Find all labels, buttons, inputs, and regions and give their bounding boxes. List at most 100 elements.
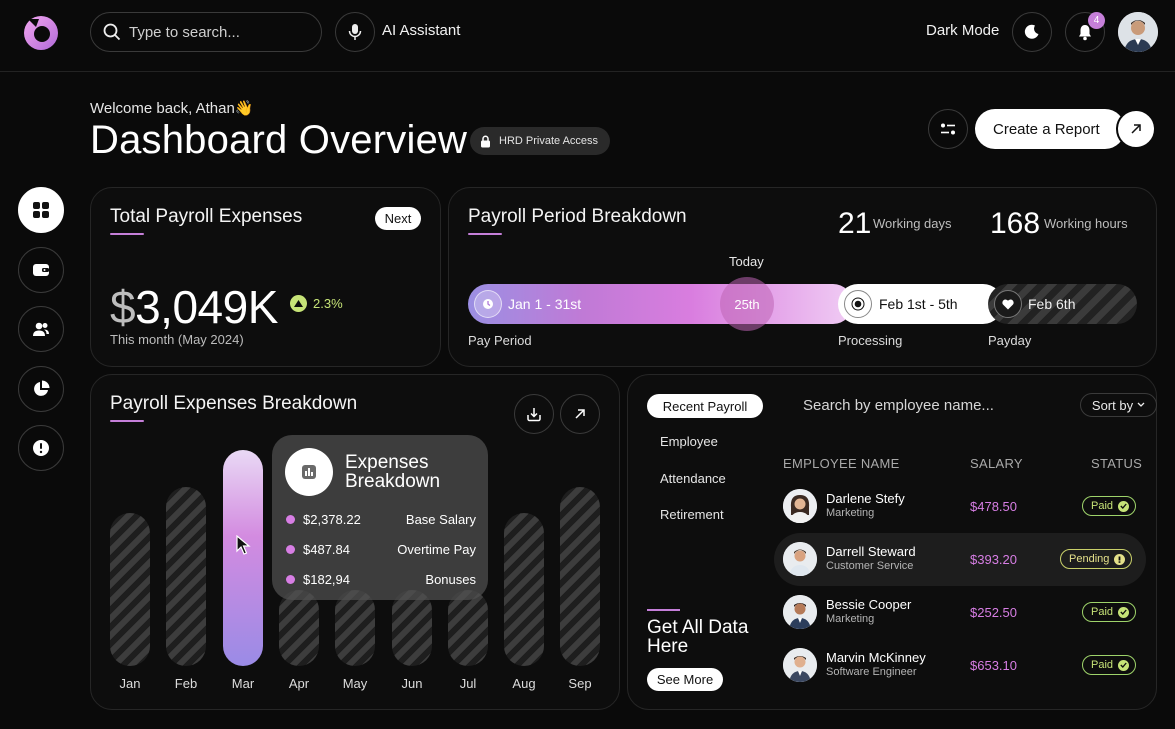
- amount-value: 3,049K: [135, 281, 278, 333]
- tab-employee[interactable]: Employee: [660, 434, 718, 449]
- tooltip-row: $487.84 Overtime Pay: [286, 542, 476, 557]
- month-column-jul[interactable]: [448, 590, 488, 666]
- wallet-icon: [33, 264, 49, 276]
- total-payroll-amount: $3,049K: [110, 280, 278, 334]
- create-report-label: Create a Report: [993, 120, 1100, 138]
- month-column-feb[interactable]: [166, 487, 206, 666]
- status-badge: Paid: [1082, 602, 1137, 622]
- lock-icon: [481, 135, 490, 147]
- download-icon: [527, 408, 541, 422]
- title-underline: [468, 233, 502, 235]
- employee-role: Marketing: [826, 507, 875, 519]
- download-button[interactable]: [514, 394, 554, 434]
- sort-button[interactable]: Sort by: [1080, 393, 1157, 417]
- user-avatar[interactable]: [1118, 12, 1158, 52]
- search-bar[interactable]: Type to search...: [90, 12, 322, 52]
- month-column-jan[interactable]: [110, 513, 150, 666]
- chevron-down-icon: [1137, 402, 1145, 407]
- next-button[interactable]: Next: [375, 207, 421, 230]
- get-all-data-text: Get All Data Here: [647, 617, 749, 657]
- page-title: Dashboard Overview: [90, 118, 468, 162]
- filter-button[interactable]: [928, 109, 968, 149]
- month-column-apr[interactable]: [279, 590, 319, 666]
- tooltip-value: $182,94: [303, 572, 350, 587]
- employee-role: Marketing: [826, 613, 875, 625]
- trend-up-icon: [290, 295, 307, 312]
- month-label: Feb: [174, 676, 198, 691]
- tooltip-value: $2,378.22: [303, 512, 361, 527]
- sort-label: Sort by: [1091, 397, 1134, 413]
- employee-name[interactable]: Darlene Stefy: [826, 491, 905, 506]
- mic-button[interactable]: [335, 12, 375, 52]
- avatar: [783, 542, 817, 576]
- check-icon: [1118, 659, 1130, 671]
- tab-recent-payroll[interactable]: Recent Payroll: [647, 394, 763, 418]
- users-icon: [33, 322, 49, 336]
- sidebar-item-reports[interactable]: [18, 366, 64, 412]
- notification-badge: 4: [1088, 12, 1105, 29]
- employee-salary: $252.50: [970, 605, 1017, 620]
- ai-assistant-label[interactable]: AI Assistant: [382, 22, 460, 39]
- access-badge-label: HRD Private Access: [499, 135, 599, 147]
- status-label: Paid: [1091, 606, 1114, 618]
- payroll-period-title: Payroll Period Breakdown: [468, 206, 687, 227]
- column-header-salary[interactable]: SALARY: [970, 456, 1023, 471]
- pie-chart-icon: [34, 380, 50, 396]
- moon-icon: [1024, 24, 1039, 39]
- month-column-sep[interactable]: [560, 487, 600, 666]
- search-icon: [103, 23, 121, 41]
- arrow-up-right-icon: [1131, 124, 1141, 134]
- logo-icon[interactable]: [22, 13, 60, 51]
- see-more-button[interactable]: See More: [647, 668, 723, 691]
- processing-range: Feb 1st - 5th: [879, 296, 958, 312]
- expand-button[interactable]: [560, 394, 600, 434]
- employee-name[interactable]: Darrell Steward: [826, 544, 916, 559]
- status-badge: Paid: [1082, 496, 1137, 516]
- employee-search-input[interactable]: Search by employee name...: [803, 397, 994, 414]
- sidebar-item-employees[interactable]: [18, 306, 64, 352]
- microphone-icon: [348, 24, 362, 40]
- month-label: Aug: [512, 676, 536, 691]
- dark-mode-toggle[interactable]: [1012, 12, 1052, 52]
- trend-indicator: 2.3%: [290, 295, 343, 312]
- payday-label: Payday: [988, 333, 1032, 348]
- title-underline: [647, 609, 680, 611]
- sidebar-item-dashboard[interactable]: [18, 187, 64, 233]
- check-icon: [1118, 500, 1130, 512]
- grid-icon: [33, 202, 49, 218]
- month-column-jun[interactable]: [392, 590, 432, 666]
- arrow-up-right-icon: [575, 409, 585, 419]
- column-header-status[interactable]: STATUS: [1091, 456, 1142, 471]
- month-column-may[interactable]: [335, 590, 375, 666]
- employee-role: Customer Service: [826, 560, 914, 572]
- month-label: Mar: [231, 676, 255, 691]
- today-marker: 25th: [720, 277, 774, 331]
- create-report-button[interactable]: Create a Report: [975, 109, 1125, 149]
- month-label: Jan: [119, 676, 141, 691]
- employee-salary: $653.10: [970, 658, 1017, 673]
- employee-name[interactable]: Marvin McKinney: [826, 650, 926, 665]
- month-column-aug[interactable]: [504, 513, 544, 666]
- sidebar-item-wallet[interactable]: [18, 247, 64, 293]
- trend-value: 2.3%: [313, 296, 343, 311]
- create-report-arrow-button[interactable]: [1116, 109, 1156, 149]
- tooltip-row: $2,378.22 Base Salary: [286, 512, 476, 527]
- month-label: May: [342, 676, 368, 691]
- sidebar-item-alerts[interactable]: [18, 425, 64, 471]
- employee-name[interactable]: Bessie Cooper: [826, 597, 911, 612]
- tab-attendance[interactable]: Attendance: [660, 471, 726, 486]
- clock-icon: [474, 290, 502, 318]
- month-label: Sep: [568, 676, 592, 691]
- expenses-breakdown-title: Payroll Expenses Breakdown: [110, 393, 358, 414]
- search-input[interactable]: Type to search...: [129, 24, 240, 41]
- cursor-icon: [235, 534, 251, 560]
- payday-date: Feb 6th: [1028, 296, 1076, 312]
- period-subtitle: This month (May 2024): [110, 332, 244, 347]
- employee-role: Software Engineer: [826, 666, 917, 678]
- check-icon: [1118, 606, 1130, 618]
- tooltip-value: $487.84: [303, 542, 350, 557]
- column-header-name[interactable]: EMPLOYEE NAME: [783, 456, 900, 471]
- tab-retirement[interactable]: Retirement: [660, 507, 724, 522]
- status-label: Paid: [1091, 659, 1114, 671]
- working-days-label: Working days: [873, 216, 952, 231]
